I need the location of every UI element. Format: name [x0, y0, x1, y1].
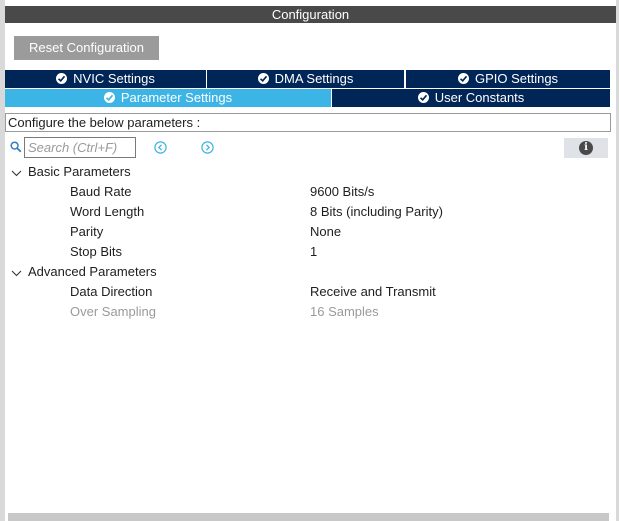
info-button[interactable]: i	[564, 138, 608, 158]
search-icon	[10, 141, 22, 156]
param-value: None	[310, 224, 342, 239]
next-match-icon[interactable]	[201, 141, 214, 154]
tab-label: Parameter Settings	[120, 90, 233, 105]
param-row[interactable]: Data Direction Receive and Transmit	[0, 282, 611, 302]
info-icon: i	[579, 141, 593, 155]
tab-gpio-settings[interactable]: GPIO Settings	[406, 70, 610, 88]
chevron-down-icon	[11, 264, 23, 282]
group-label: Advanced Parameters	[28, 264, 157, 279]
tab-user-constants[interactable]: User Constants	[332, 89, 610, 107]
tab-label: DMA Settings	[274, 71, 354, 86]
tab-dma-settings[interactable]: DMA Settings	[207, 70, 404, 88]
check-circle-icon	[103, 92, 115, 103]
tab-label: GPIO Settings	[474, 71, 559, 86]
param-value: 9600 Bits/s	[310, 184, 375, 199]
param-value: 16 Samples	[310, 304, 379, 319]
search-input[interactable]	[24, 137, 136, 158]
check-circle-icon	[417, 92, 429, 103]
param-row[interactable]: Baud Rate 9600 Bits/s	[0, 182, 611, 202]
param-row-disabled: Over Sampling 16 Samples	[0, 302, 611, 322]
param-name: Parity	[70, 224, 104, 239]
param-value: 8 Bits (including Parity)	[310, 204, 443, 219]
param-value: Receive and Transmit	[310, 284, 436, 299]
param-name: Word Length	[70, 204, 145, 219]
parameters-description: Configure the below parameters :	[5, 113, 611, 132]
previous-match-icon[interactable]	[154, 141, 167, 154]
tab-label: User Constants	[434, 90, 525, 105]
group-basic-parameters[interactable]: Basic Parameters	[11, 163, 131, 181]
param-row[interactable]: Stop Bits 1	[0, 242, 611, 262]
horizontal-scrollbar[interactable]	[8, 513, 609, 521]
param-row[interactable]: Word Length 8 Bits (including Parity)	[0, 202, 611, 222]
check-circle-icon	[56, 73, 68, 84]
param-name: Stop Bits	[70, 244, 123, 259]
window-title: Configuration	[5, 6, 616, 23]
param-name: Data Direction	[70, 284, 153, 299]
param-name: Baud Rate	[70, 184, 132, 199]
chevron-down-icon	[11, 164, 23, 182]
reset-configuration-button[interactable]: Reset Configuration	[14, 36, 159, 60]
param-row[interactable]: Parity None	[0, 222, 611, 242]
tab-nvic-settings[interactable]: NVIC Settings	[5, 70, 206, 88]
check-circle-icon	[257, 73, 269, 84]
param-value: 1	[310, 244, 318, 259]
group-advanced-parameters[interactable]: Advanced Parameters	[11, 263, 157, 281]
tab-label: NVIC Settings	[73, 71, 155, 86]
group-label: Basic Parameters	[28, 164, 131, 179]
check-circle-icon	[457, 73, 469, 84]
param-name: Over Sampling	[70, 304, 156, 319]
tab-parameter-settings[interactable]: Parameter Settings	[5, 89, 331, 107]
